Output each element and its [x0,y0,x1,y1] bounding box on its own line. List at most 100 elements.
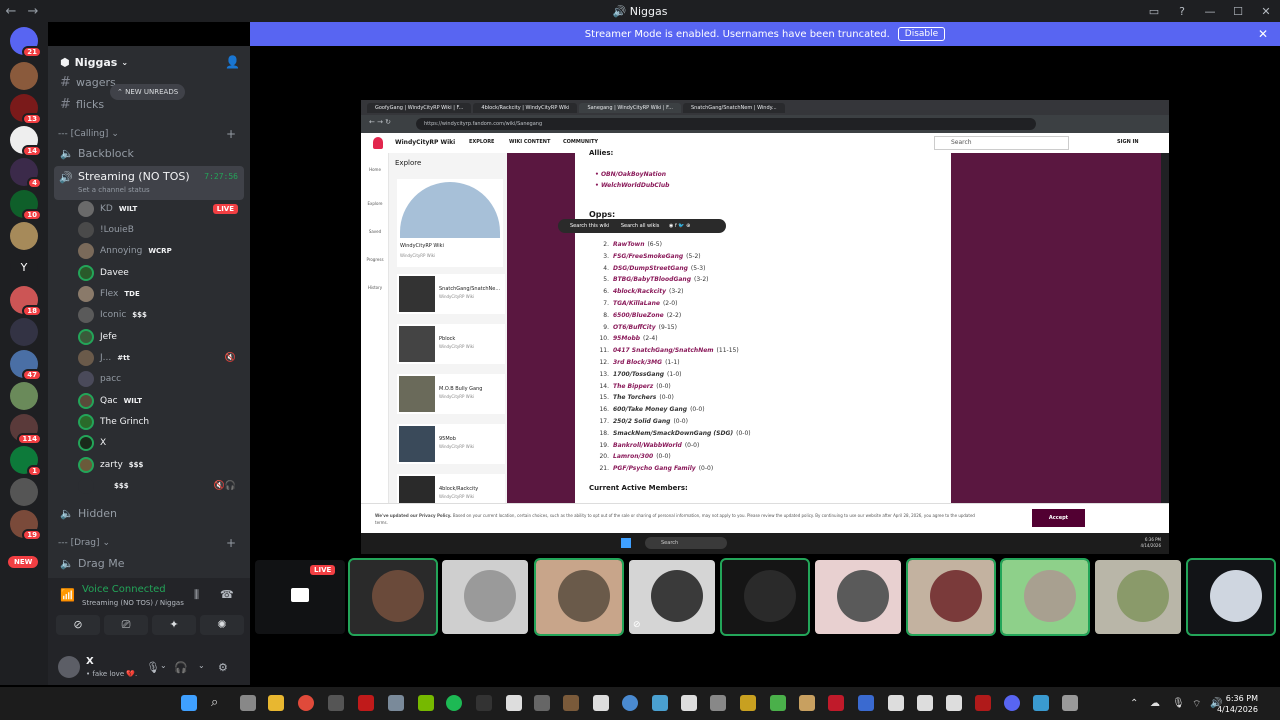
windows-start-icon[interactable] [181,695,197,711]
opp-link[interactable]: 600/Take Money Gang [613,406,687,413]
inbox-icon[interactable]: ▭ [1140,5,1168,18]
voice-user[interactable]: !LouieB [78,220,242,240]
task-view-icon[interactable] [240,695,256,711]
voice-user[interactable]: Jefe [78,327,242,347]
app-icon[interactable] [975,695,991,711]
voice-user[interactable]: KD WILT LIVE [78,199,242,219]
opp-link[interactable]: 3rd Block/3MG [613,359,662,366]
server-icon[interactable]: 114 [10,414,42,445]
settings-gear-icon[interactable]: ⚙ [218,661,228,674]
taskbar-search[interactable]: Search [645,537,727,549]
app-icon[interactable] [328,695,344,711]
search-icon[interactable]: ⌕ [211,695,218,710]
explore-card[interactable]: 95Mob WindyCityRP Wiki [397,424,505,464]
site-search-input[interactable]: Search [934,136,1069,150]
chrome-icon[interactable] [622,695,638,711]
add-channel-icon[interactable]: + [226,536,236,550]
participant-tile[interactable] [534,558,624,636]
opp-link[interactable]: Bankroll/WabbWorld [613,442,682,449]
participant-tile[interactable] [348,558,438,636]
app-icon[interactable] [740,695,756,711]
site-name[interactable]: WindyCityRP Wiki [395,139,455,146]
new-badge[interactable]: NEW [8,556,39,568]
server-icon[interactable]: Y [10,254,38,282]
server-icon[interactable]: 13 [10,94,42,125]
voice-user[interactable]: The Grinch [78,412,242,432]
opp-link[interactable]: FSG/FreeSmokeGang [613,253,683,260]
opp-link[interactable]: Lamron/300 [613,453,653,460]
voice-user[interactable]: zarty $$$ [78,455,242,475]
server-icon[interactable]: 47 [10,350,42,381]
server-icon[interactable]: 1 [10,446,42,477]
opp-link[interactable]: 4block/Rackcity [613,288,666,295]
opp-link[interactable]: RawTown [613,241,644,248]
accept-button[interactable]: Accept [1032,509,1085,527]
chevron-down-icon[interactable]: ⌄ [160,661,167,670]
nav-progress[interactable]: Progress [361,257,389,262]
privacy-policy-link[interactable]: We've updated our Privacy Policy. [375,513,452,518]
discord-icon[interactable] [1004,695,1020,711]
participant-tile[interactable] [1000,558,1090,636]
opp-link[interactable]: 1700/TossGang [613,371,664,378]
screen-share-button[interactable]: ⎚ [104,615,148,635]
participant-tile[interactable] [1095,560,1181,634]
server-icon[interactable]: 4 [10,158,42,189]
voice-user[interactable]: X [78,433,242,453]
voice-user[interactable]: Annoying WCRP [78,241,242,261]
server-icon[interactable] [10,382,38,410]
ally-link[interactable]: OBN/OakBoyNation [601,171,666,178]
maximize-icon[interactable]: ☐ [1224,5,1252,18]
nav-explore[interactable]: EXPLORE [469,139,494,145]
browser-tab[interactable]: 4block/Rackcity | WindyCityRP Wiki [473,102,578,113]
app-icon[interactable] [1033,695,1049,711]
server-icon[interactable] [10,478,38,506]
avatar[interactable] [58,656,80,678]
file-icon[interactable] [917,695,933,711]
windows-start-icon[interactable] [621,538,631,548]
url-field[interactable]: https://windycityrp.fandom.com/wiki/Sane… [416,118,1036,130]
explore-card[interactable]: 4block/Rackcity WindyCityRP Wiki [397,474,505,503]
invite-people-icon[interactable]: 👤 [225,55,240,69]
nav-history[interactable]: History [361,285,389,290]
steam-icon[interactable] [858,695,874,711]
voice-connected-label[interactable]: Voice Connected [82,584,166,595]
nav-explore-side[interactable]: Explore [361,201,389,206]
voice-user[interactable]: Iconic $$$ [78,305,242,325]
home-discord-icon[interactable]: 21 [10,27,42,58]
browser-tab[interactable]: Sanegang | WindyCityRP Wiki | F... [579,102,681,113]
signal-icon[interactable]: 📶 [60,588,75,602]
voice-channel-hidden[interactable]: 🔈 Hidden [56,503,242,523]
category-drag[interactable]: --- [Drag] ⌄ + [58,536,240,550]
category-calling[interactable]: --- [Calling] ⌄ + [58,127,240,141]
voice-user[interactable]: $$$ 🔇🎧 [78,476,242,496]
opp-link[interactable]: 0417 SnatchGang/SnatchNem [613,347,714,354]
nav-wiki-content[interactable]: WIKI CONTENT [509,139,550,145]
fandom-logo-icon[interactable] [373,137,383,149]
microphone-icon[interactable]: 🎙 [146,661,160,674]
app-icon[interactable] [358,695,374,711]
server-icon[interactable] [10,222,38,250]
opp-link[interactable]: TGA/KillaLane [613,300,660,307]
nav-arrows-icon[interactable]: ← → ↻ [369,118,391,126]
server-icon[interactable]: 10 [10,190,42,221]
file-icon[interactable] [681,695,697,711]
file-icon[interactable] [946,695,962,711]
wifi-icon[interactable]: ⌔ [1192,698,1201,711]
share-icons[interactable]: ◉ f 🐦 ⊕ [669,223,690,229]
close-window-icon[interactable]: ✕ [1252,5,1280,18]
server-icon[interactable]: 19 [10,510,42,541]
onedrive-icon[interactable]: ☁ [1150,698,1160,709]
chrome-icon[interactable] [298,695,314,711]
voice-channel-backblock[interactable]: 🔈 Backblock [56,143,242,163]
voice-user[interactable]: J... #tt 🔇 [78,348,242,368]
participant-tile[interactable] [815,560,901,634]
add-channel-icon[interactable]: + [226,127,236,141]
hero-card[interactable]: WindyCityRP Wiki WindyCityRP Wiki [397,179,503,267]
nav-saved[interactable]: Saved [361,229,389,234]
participant-tile[interactable] [1186,558,1276,636]
epic-games-icon[interactable] [476,695,492,711]
voice-channel-drag-me[interactable]: 🔈 Drag Me [56,553,242,573]
opp-link[interactable]: 95Mobb [613,335,640,342]
participant-tile[interactable] [442,560,528,634]
opp-link[interactable]: The Bipperz [613,383,653,390]
